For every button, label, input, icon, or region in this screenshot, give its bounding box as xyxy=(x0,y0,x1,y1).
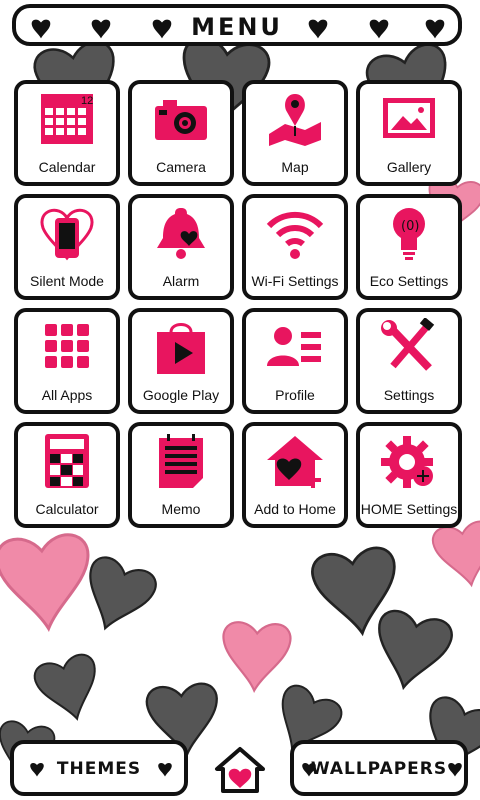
silent-mode-icon xyxy=(40,208,94,261)
app-label: All Apps xyxy=(41,387,93,403)
heart-icon xyxy=(369,19,389,39)
app-tile-map[interactable]: Map xyxy=(242,80,348,186)
app-label: Add to Home xyxy=(254,501,336,517)
app-tile-calculator[interactable]: Calculator xyxy=(14,422,120,528)
eco-bulb-icon: (0) xyxy=(393,208,425,260)
camera-icon xyxy=(155,100,207,140)
app-label: Calculator xyxy=(35,501,99,517)
calendar-badge: 12 xyxy=(81,95,93,107)
app-label: Silent Mode xyxy=(30,273,104,289)
app-tile-alarm[interactable]: Alarm xyxy=(128,194,234,300)
app-tile-add-to-home[interactable]: Add to Home xyxy=(242,422,348,528)
svg-text:(0): (0) xyxy=(401,219,419,234)
app-tile-profile[interactable]: Profile xyxy=(242,308,348,414)
app-label: Google Play xyxy=(142,387,220,403)
app-tile-gallery[interactable]: Gallery xyxy=(356,80,462,186)
menu-header-bar: MENU xyxy=(12,4,462,46)
app-label: Gallery xyxy=(386,159,432,175)
app-label: Wi-Fi Settings xyxy=(251,273,339,289)
wifi-icon xyxy=(266,211,324,259)
wallpapers-button-label: WALLPAPERS xyxy=(310,759,448,779)
add-to-home-icon xyxy=(267,436,323,488)
app-tile-memo[interactable]: Memo xyxy=(128,422,234,528)
heart-icon xyxy=(425,19,445,39)
app-tile-silent-mode[interactable]: Silent Mode xyxy=(14,194,120,300)
app-tile-home-settings[interactable]: HOME Settings xyxy=(356,422,462,528)
app-label: Map xyxy=(281,159,309,175)
app-tile-google-play[interactable]: Google Play xyxy=(128,308,234,414)
memo-icon xyxy=(159,434,203,488)
heart-icon xyxy=(158,762,172,777)
home-settings-gear-icon xyxy=(381,436,433,488)
all-apps-icon xyxy=(45,324,89,368)
app-tile-camera[interactable]: Camera xyxy=(128,80,234,186)
app-label: Camera xyxy=(156,159,206,175)
app-label: Alarm xyxy=(162,273,200,289)
app-label: HOME Settings xyxy=(360,501,458,517)
map-icon xyxy=(269,94,321,146)
app-label: Settings xyxy=(383,387,435,403)
wallpapers-button[interactable]: WALLPAPERS xyxy=(290,740,468,796)
app-tile-wifi-settings[interactable]: Wi-Fi Settings xyxy=(242,194,348,300)
home-heart-icon[interactable] xyxy=(214,746,266,794)
profile-icon xyxy=(267,327,321,366)
app-grid: 12 Calendar Camera Map Gallery Silent Mo… xyxy=(14,80,466,528)
settings-tools-icon xyxy=(381,318,435,371)
gallery-icon xyxy=(383,98,435,138)
app-label: Memo xyxy=(161,501,201,517)
app-tile-settings[interactable]: Settings xyxy=(356,308,462,414)
alarm-bell-icon xyxy=(157,208,205,259)
app-tile-eco-settings[interactable]: (0) Eco Settings xyxy=(356,194,462,300)
app-tile-calendar[interactable]: 12 Calendar xyxy=(14,80,120,186)
calendar-icon: 12 xyxy=(41,94,93,144)
themes-button[interactable]: THEMES xyxy=(10,740,188,796)
heart-icon xyxy=(448,762,462,777)
app-label: Eco Settings xyxy=(369,273,449,289)
app-label: Profile xyxy=(275,387,315,403)
app-label: Calendar xyxy=(38,159,96,175)
heart-icon xyxy=(308,19,328,39)
google-play-icon xyxy=(157,323,205,374)
app-tile-all-apps[interactable]: All Apps xyxy=(14,308,120,414)
calculator-icon xyxy=(45,434,89,488)
